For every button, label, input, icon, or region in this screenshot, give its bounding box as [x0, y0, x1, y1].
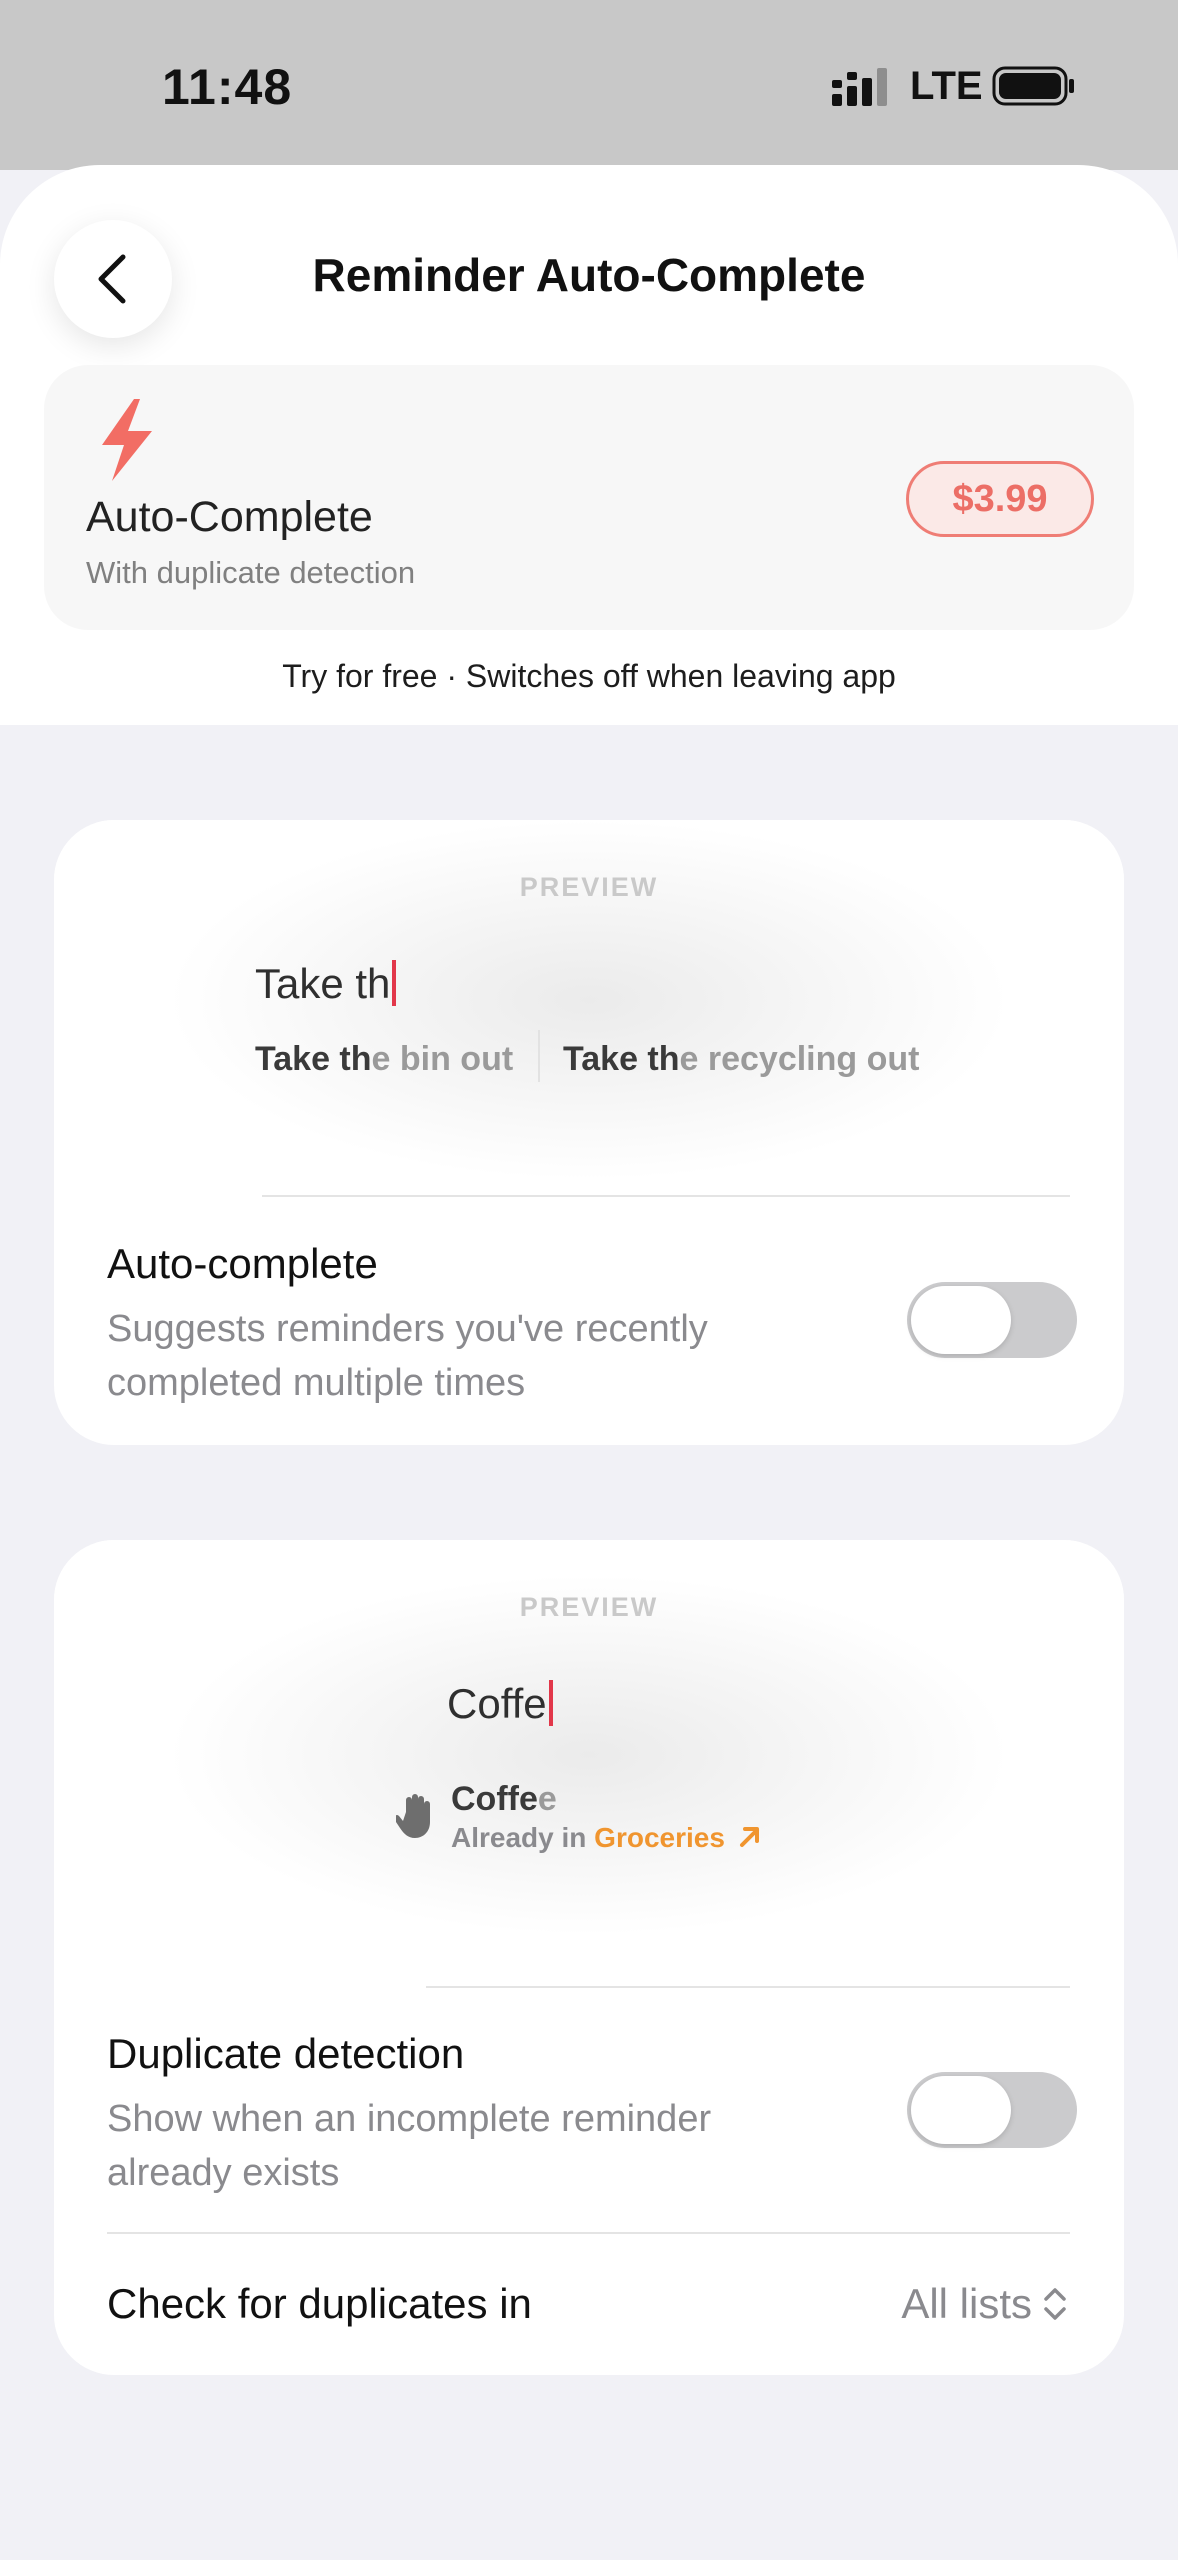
autocomplete-setting-description: Suggests reminders you've recently compl…	[107, 1308, 708, 1404]
duplicate-setting-title: Duplicate detection	[107, 2030, 465, 2077]
autocomplete-card: PREVIEW Take th Take the bin out Take th…	[54, 820, 1124, 1445]
bolt-icon	[102, 399, 152, 481]
preview-label: PREVIEW	[519, 872, 659, 902]
cellular-signal-icon	[832, 68, 887, 106]
duplicate-detection-card: PREVIEW Coffe Coffee Already in Grocerie…	[54, 1540, 1124, 2375]
selected-list-value: All lists	[901, 2280, 1032, 2327]
suggestion-separator	[538, 1030, 540, 1082]
groceries-list-link[interactable]: Groceries	[594, 1822, 763, 1853]
price-button[interactable]: $3.99	[906, 461, 1094, 537]
check-duplicates-selector[interactable]: All lists	[901, 2280, 1068, 2328]
check-duplicates-label: Check for duplicates in	[107, 2280, 532, 2327]
product-card[interactable]: Auto-Complete With duplicate detection $…	[44, 365, 1134, 630]
product-subtitle: With duplicate detection	[86, 555, 416, 590]
divider	[426, 1986, 1070, 1988]
autocomplete-toggle[interactable]	[907, 1282, 1077, 1358]
status-time: 11:48	[162, 59, 293, 115]
duplicate-preview: PREVIEW Coffe Coffee Already in Grocerie…	[54, 1540, 1124, 1988]
typed-text: Coffe	[447, 1680, 547, 1727]
arrow-up-right-icon	[739, 1827, 759, 1847]
duplicate-setting-description: Show when an incomplete reminder already…	[107, 2098, 712, 2194]
status-bar: 11:48 LTE	[0, 0, 1178, 170]
suggestion-item: Take the recycling out	[563, 1040, 920, 1078]
product-name: Auto-Complete	[86, 493, 373, 541]
duplicate-detection-toggle[interactable]	[907, 2072, 1077, 2148]
battery-icon	[992, 66, 1074, 106]
duplicate-match-location: Already in Groceries	[451, 1822, 763, 1854]
preview-label: PREVIEW	[519, 1592, 659, 1622]
autocomplete-preview: PREVIEW Take th Take the bin out Take th…	[54, 820, 1124, 1195]
duplicate-match-title: Coffee	[451, 1780, 557, 1818]
text-caret	[548, 1680, 553, 1726]
suggestion-item: Take the bin out	[255, 1040, 514, 1078]
trial-note: Try for free · Switches off when leaving…	[282, 658, 896, 694]
toggle-knob	[911, 1286, 1011, 1354]
toggle-knob	[911, 2076, 1011, 2144]
text-caret	[392, 960, 397, 1006]
page-title: Reminder Auto-Complete	[312, 249, 866, 301]
autocomplete-setting-title: Auto-complete	[107, 1240, 378, 1287]
chevron-up-down-icon	[1044, 2288, 1066, 2320]
network-type: LTE	[910, 64, 983, 108]
preview-typed-text: Coffe	[447, 1680, 553, 1728]
divider	[262, 1195, 1070, 1197]
preview-typed-text: Take th	[255, 960, 397, 1008]
hand-stop-icon	[396, 1794, 430, 1838]
typed-text: Take th	[255, 960, 391, 1007]
divider	[107, 2232, 1070, 2234]
